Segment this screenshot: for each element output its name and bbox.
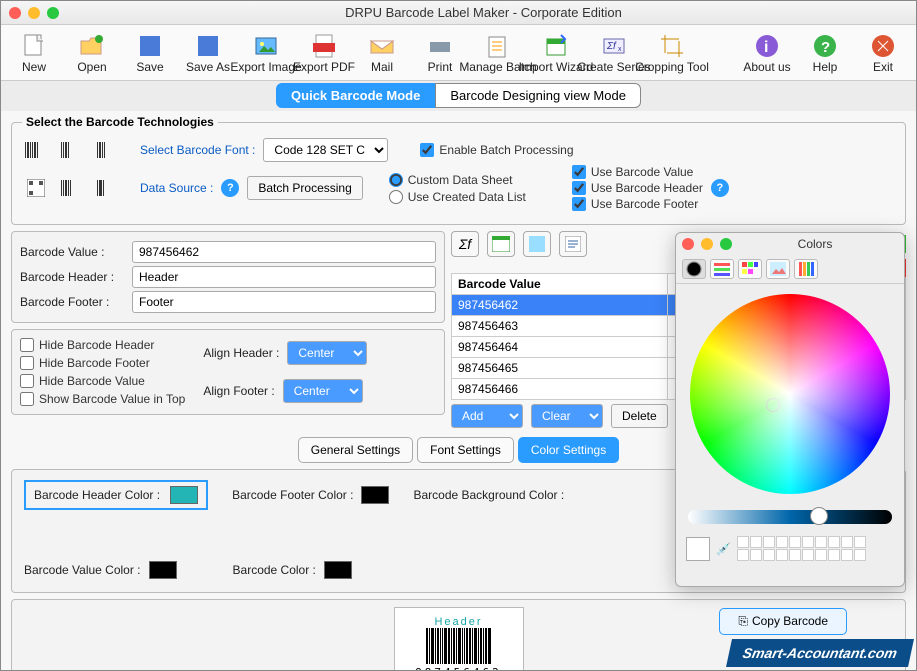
align-header-label: Align Header : xyxy=(203,346,279,360)
color-panel-tabs xyxy=(676,255,904,284)
add-action-select[interactable]: Add xyxy=(451,404,523,428)
brightness-slider[interactable] xyxy=(688,510,892,524)
watermark: Smart-Accountant.com xyxy=(726,639,914,667)
barcode-value-input[interactable] xyxy=(132,241,436,263)
slider-thumb[interactable] xyxy=(810,507,828,525)
barcode-preview: Header 987456462 Footer xyxy=(394,607,524,670)
traffic-lights xyxy=(9,7,59,19)
batch-processing-button[interactable]: Batch Processing xyxy=(247,176,362,200)
chk-value-top[interactable]: Show Barcode Value in Top xyxy=(20,392,185,406)
panel-max-icon[interactable] xyxy=(720,238,732,250)
tab-color[interactable]: Color Settings xyxy=(518,437,619,463)
barcode-font-select[interactable]: Code 128 SET C xyxy=(263,138,388,162)
header-color-group: Barcode Header Color : xyxy=(24,480,208,510)
footer-color-swatch[interactable] xyxy=(361,486,389,504)
value-label: Barcode Value : xyxy=(20,245,124,259)
colorwheel-tab-icon[interactable] xyxy=(682,259,706,279)
color-wheel[interactable] xyxy=(690,294,890,494)
toolbar-export-pdf[interactable]: PDFExport PDF xyxy=(297,30,351,76)
radio-created-list[interactable]: Use Created Data List xyxy=(389,190,526,204)
minimize-icon[interactable] xyxy=(28,7,40,19)
toolbar-import-wizard[interactable]: Import Wizard xyxy=(529,30,583,76)
preview-header: Header xyxy=(403,616,515,628)
note-icon[interactable] xyxy=(523,231,551,257)
barcode-footer-input[interactable] xyxy=(132,291,436,313)
toolbar-help[interactable]: ?Help xyxy=(798,30,852,76)
sliders-tab-icon[interactable] xyxy=(710,259,734,279)
footer-label: Barcode Footer : xyxy=(20,295,124,309)
svg-text:?: ? xyxy=(821,39,830,56)
chk-use-value[interactable]: Use Barcode Value xyxy=(572,165,703,179)
chk-hide-footer[interactable]: Hide Barcode Footer xyxy=(20,356,185,370)
panel-close-icon[interactable] xyxy=(682,238,694,250)
barcode-type-icons[interactable] xyxy=(22,140,122,160)
barcode-tech-group: Select the Barcode Technologies Select B… xyxy=(11,115,906,225)
toolbar-export-image[interactable]: Export Image xyxy=(239,30,293,76)
maximize-icon[interactable] xyxy=(47,7,59,19)
toolbar-exit[interactable]: Exit xyxy=(856,30,910,76)
svg-text:Σf: Σf xyxy=(606,41,617,52)
chk-hide-value[interactable]: Hide Barcode Value xyxy=(20,374,185,388)
tab-font[interactable]: Font Settings xyxy=(417,437,514,463)
text-icon[interactable] xyxy=(559,231,587,257)
align-footer-select[interactable]: Center xyxy=(283,379,363,403)
toolbar-manage-batch[interactable]: Manage Batch xyxy=(471,30,525,76)
chk-hide-header[interactable]: Hide Barcode Header xyxy=(20,338,185,352)
col-value[interactable]: Barcode Value xyxy=(452,274,668,295)
tech-legend: Select the Barcode Technologies xyxy=(22,115,218,129)
pencils-tab-icon[interactable] xyxy=(794,259,818,279)
align-header-select[interactable]: Center xyxy=(287,341,367,365)
color-picker-panel: Colors 💉 xyxy=(675,232,905,587)
mode-tabs: Quick Barcode Mode Barcode Designing vie… xyxy=(1,81,916,111)
tab-design-mode[interactable]: Barcode Designing view Mode xyxy=(435,83,641,108)
copy-barcode-button[interactable]: ⎘Copy Barcode xyxy=(719,608,847,635)
delete-button[interactable]: Delete xyxy=(611,404,668,428)
panel-min-icon[interactable] xyxy=(701,238,713,250)
recent-colors-grid[interactable] xyxy=(737,536,866,561)
series-icon[interactable]: Σf xyxy=(451,231,479,257)
svg-text:i: i xyxy=(764,39,768,56)
enable-batch-checkbox[interactable]: Enable Batch Processing xyxy=(420,143,573,157)
header-label: Barcode Header : xyxy=(20,270,124,284)
excel-icon[interactable] xyxy=(487,231,515,257)
radio-custom-sheet[interactable]: Custom Data Sheet xyxy=(389,173,526,187)
header-color-swatch[interactable] xyxy=(170,486,198,504)
toolbar-saveas[interactable]: Save As xyxy=(181,30,235,76)
toolbar-about[interactable]: iAbout us xyxy=(740,30,794,76)
font-label: Select Barcode Font : xyxy=(140,143,255,157)
datasource-help-icon[interactable]: ? xyxy=(221,179,239,197)
main-toolbar: New Open Save Save As Export Image PDFEx… xyxy=(1,25,916,81)
image-tab-icon[interactable] xyxy=(766,259,790,279)
align-footer-label: Align Footer : xyxy=(203,384,274,398)
svg-text:x: x xyxy=(618,46,622,53)
tab-general[interactable]: General Settings xyxy=(298,437,413,463)
toolbar-new[interactable]: New xyxy=(7,30,61,76)
eyedropper-icon[interactable]: 💉 xyxy=(716,542,731,556)
tab-quick-mode[interactable]: Quick Barcode Mode xyxy=(276,83,435,108)
toolbar-save[interactable]: Save xyxy=(123,30,177,76)
current-color-swatch[interactable] xyxy=(686,537,710,561)
toolbar-open[interactable]: Open xyxy=(65,30,119,76)
chk-use-header[interactable]: Use Barcode Header xyxy=(572,181,703,195)
titlebar: DRPU Barcode Label Maker - Corporate Edi… xyxy=(1,1,916,25)
palettes-tab-icon[interactable] xyxy=(738,259,762,279)
toolbar-mail[interactable]: Mail xyxy=(355,30,409,76)
chk-use-footer[interactable]: Use Barcode Footer xyxy=(572,197,703,211)
color-panel-title: Colors xyxy=(732,237,898,251)
preview-value: 987456462 xyxy=(403,666,515,670)
clear-action-select[interactable]: Clear xyxy=(531,404,603,428)
close-icon[interactable] xyxy=(9,7,21,19)
datasource-label: Data Source : xyxy=(140,181,213,195)
batch-help-icon[interactable]: ? xyxy=(711,179,729,197)
value-color-swatch[interactable] xyxy=(149,561,177,579)
color-wheel-cursor[interactable] xyxy=(766,398,780,412)
barcode-color-swatch[interactable] xyxy=(324,561,352,579)
barcode-bars xyxy=(403,628,515,664)
window-title: DRPU Barcode Label Maker - Corporate Edi… xyxy=(59,5,908,20)
barcode-header-input[interactable] xyxy=(132,266,436,288)
toolbar-create-series[interactable]: ΣfxCreate Series xyxy=(587,30,641,76)
barcode-type-icons-2[interactable] xyxy=(22,178,122,198)
toolbar-cropping-tool[interactable]: Cropping Tool xyxy=(645,30,699,76)
